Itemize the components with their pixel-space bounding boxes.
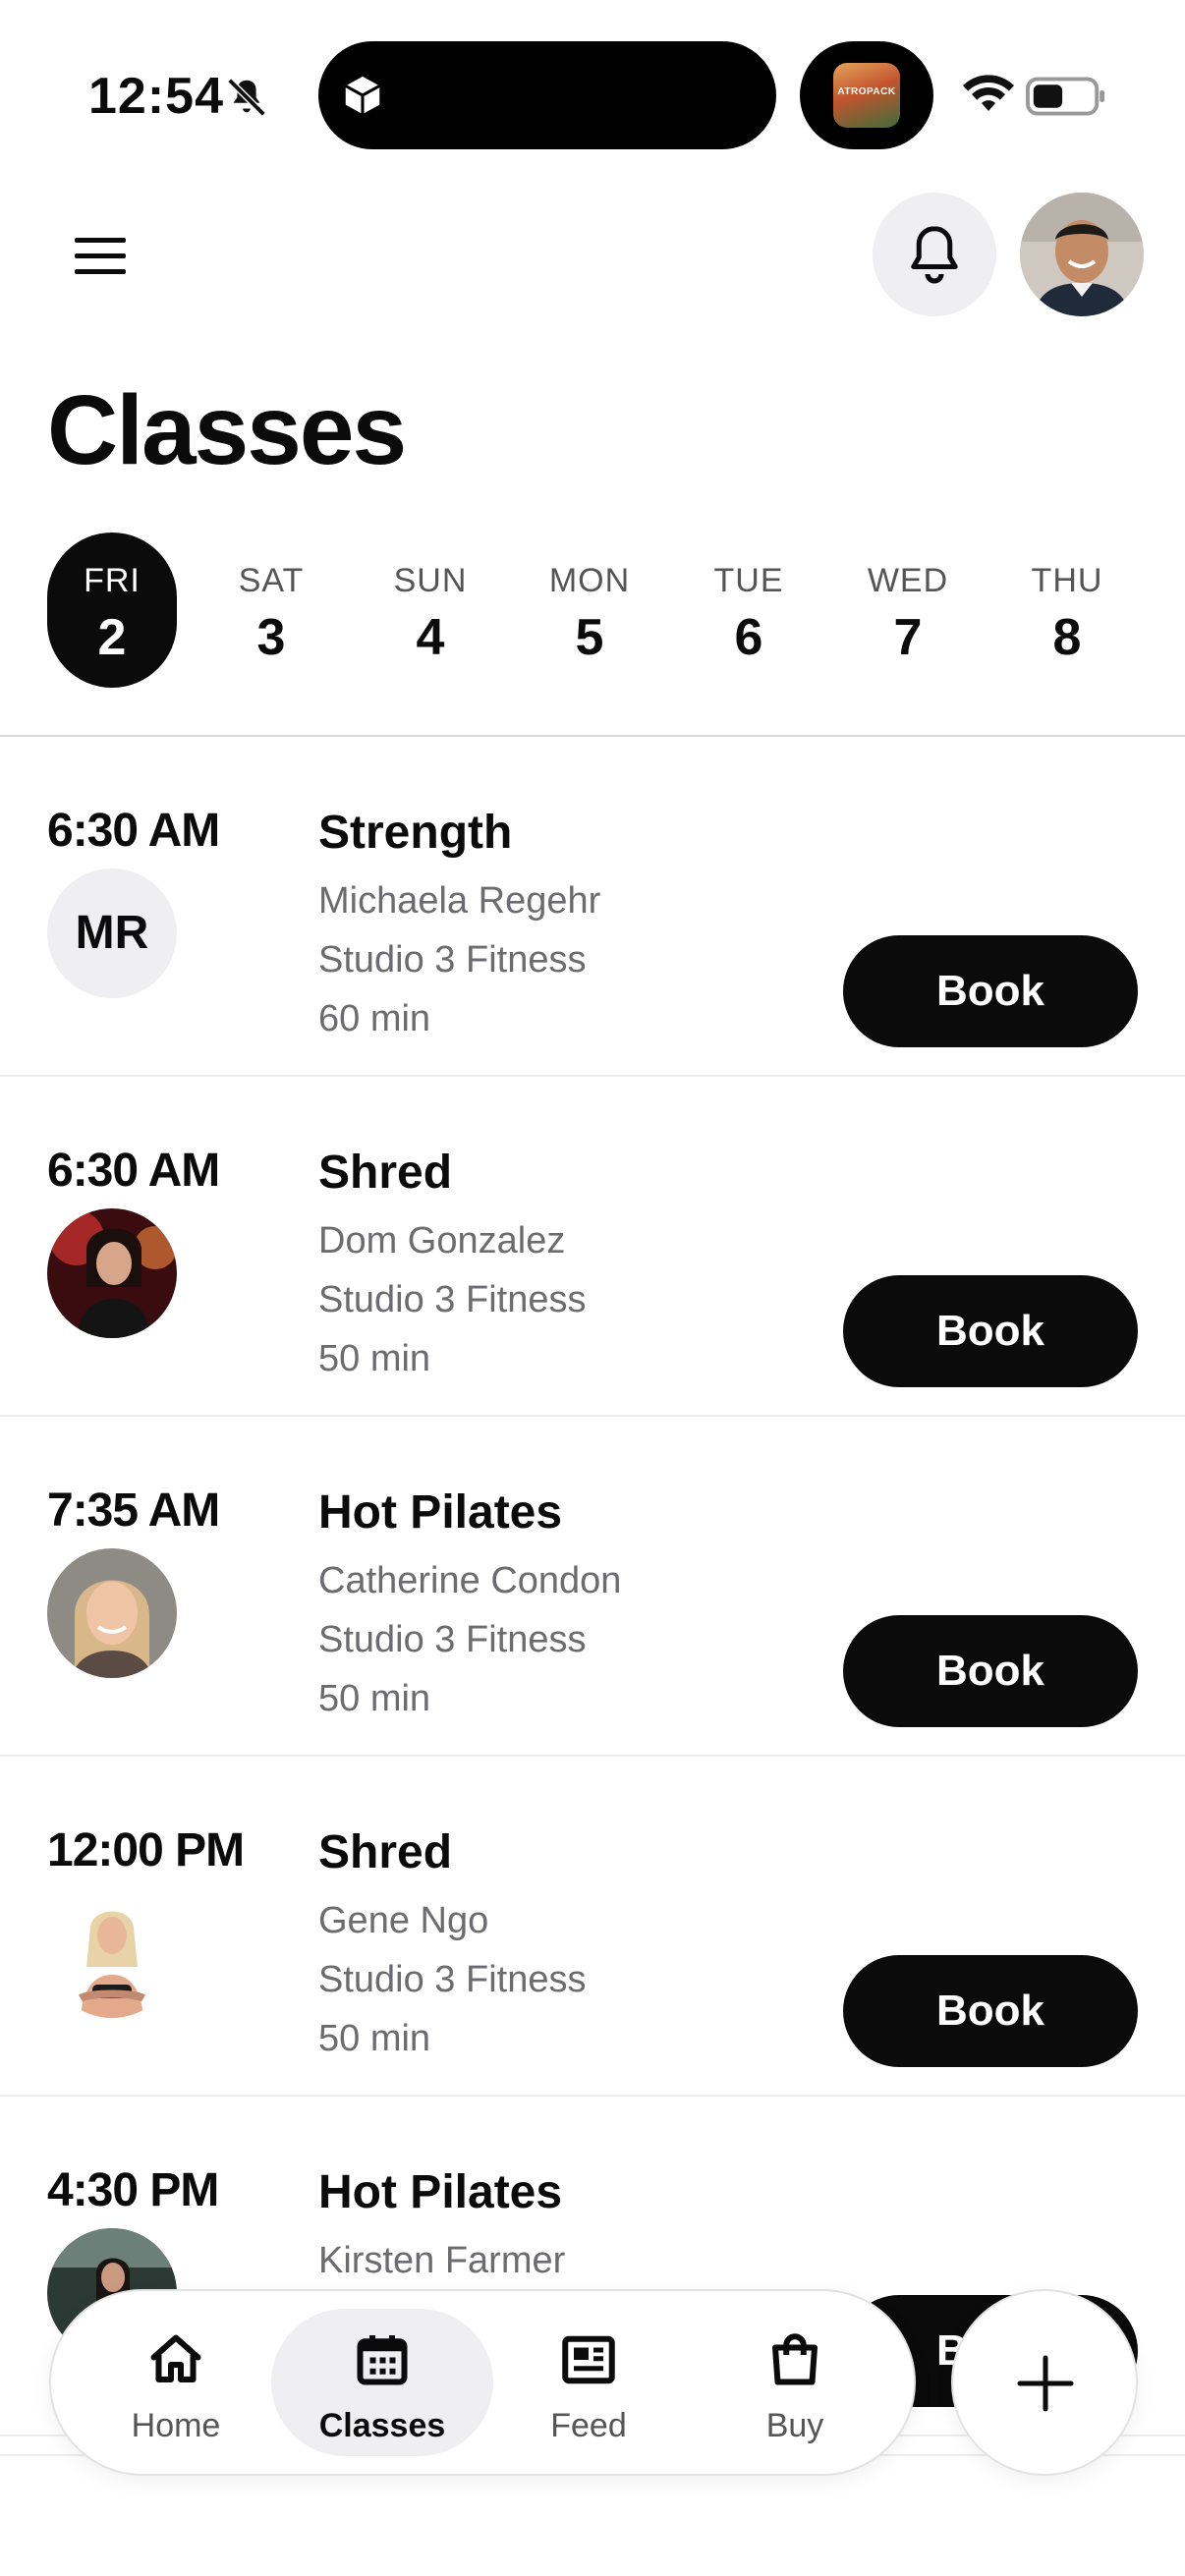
instructor-avatar <box>47 1548 177 1678</box>
day-number: 6 <box>734 609 763 666</box>
instructor-avatar: MR <box>47 868 177 998</box>
day-chip-mon[interactable]: MON 5 <box>525 532 654 688</box>
wifi-icon <box>963 75 1014 111</box>
instructor-name: Catherine Condon <box>318 1560 622 1601</box>
class-name: Strength <box>318 807 513 859</box>
class-time: 12:00 PM <box>47 1824 245 1876</box>
cube-icon <box>345 76 380 115</box>
day-number: 2 <box>97 609 127 666</box>
class-row[interactable]: 6:30 AM MR Strength Michaela Regehr Stud… <box>0 737 1185 1077</box>
day-chip-sat[interactable]: SAT 3 <box>206 532 336 688</box>
nav-buy[interactable]: Buy <box>684 2309 906 2456</box>
status-time: 12:54 <box>88 68 224 125</box>
class-time: 4:30 PM <box>47 2164 219 2216</box>
day-of-week: MON <box>548 562 631 599</box>
class-duration: 50 min <box>318 2018 431 2059</box>
day-selector: FRI 2 SAT 3 SUN 4 MON 5 TUE 6 WED 7 THU … <box>47 532 1148 690</box>
nav-classes[interactable]: Classes <box>271 2309 493 2456</box>
day-chip-thu[interactable]: THU 8 <box>1002 532 1132 688</box>
day-number: 8 <box>1052 609 1082 666</box>
app-thumbnail: ATROPACK <box>833 63 900 128</box>
day-number: 4 <box>416 609 445 666</box>
class-time: 6:30 AM <box>47 805 220 857</box>
calendar-icon <box>357 2335 408 2385</box>
instructor-avatar <box>47 1888 177 2018</box>
class-duration: 50 min <box>318 1338 431 1379</box>
day-of-week: FRI <box>84 562 141 599</box>
class-name: Hot Pilates <box>318 2166 563 2218</box>
hamburger-menu-icon[interactable] <box>69 230 138 281</box>
nav-label: Home <box>131 2407 221 2444</box>
day-number: 3 <box>256 609 286 666</box>
plus-icon <box>1017 2355 1074 2412</box>
profile-avatar[interactable] <box>1020 193 1144 316</box>
shopping-bag-icon <box>772 2333 818 2385</box>
battery-icon <box>1026 77 1105 116</box>
class-duration: 50 min <box>318 1678 431 1719</box>
class-time: 7:35 AM <box>47 1484 220 1537</box>
studio-name: Studio 3 Fitness <box>318 1959 587 2000</box>
app-thumb-text: ATROPACK <box>837 86 896 97</box>
nav-label: Feed <box>550 2407 627 2444</box>
instructor-name: Gene Ngo <box>318 1900 489 1941</box>
instructor-name: Michaela Regehr <box>318 880 601 922</box>
nav-home[interactable]: Home <box>65 2309 287 2456</box>
newspaper-icon <box>562 2335 615 2384</box>
day-of-week: TUE <box>713 562 784 599</box>
book-button[interactable]: Book <box>843 1955 1138 2067</box>
class-row[interactable]: 7:35 AM Hot Pilates Catherine Condon Stu… <box>0 1417 1185 1757</box>
instructor-photo <box>47 1888 177 2018</box>
class-row[interactable]: 12:00 PM Shred Gene Ngo Studio 3 Fitness… <box>0 1757 1185 2097</box>
home-icon <box>150 2334 201 2382</box>
instructor-avatar <box>47 1208 177 1338</box>
day-chip-sun[interactable]: SUN 4 <box>366 532 495 688</box>
add-button[interactable] <box>951 2289 1138 2476</box>
instructor-name: Dom Gonzalez <box>318 1220 566 1261</box>
day-of-week: SUN <box>393 562 468 599</box>
class-list[interactable]: 6:30 AM MR Strength Michaela Regehr Stud… <box>0 737 1185 2458</box>
bell-icon <box>911 226 958 284</box>
studio-name: Studio 3 Fitness <box>318 1619 587 1660</box>
profile-photo <box>1020 193 1144 316</box>
studio-name: Studio 3 Fitness <box>318 1279 587 1320</box>
class-name: Hot Pilates <box>318 1486 563 1539</box>
class-name: Shred <box>318 1826 453 1878</box>
book-button[interactable]: Book <box>843 1275 1138 1387</box>
day-number: 7 <box>893 609 923 666</box>
nav-label: Buy <box>765 2407 824 2444</box>
class-name: Shred <box>318 1147 453 1199</box>
bell-slash-icon <box>227 78 266 117</box>
notifications-button[interactable] <box>873 193 996 316</box>
live-activity-app[interactable]: ATROPACK <box>800 41 933 149</box>
instructor-name: Kirsten Farmer <box>318 2240 566 2281</box>
day-of-week: THU <box>1031 562 1103 599</box>
instructor-photo <box>47 1208 177 1338</box>
day-of-week: SAT <box>238 562 305 599</box>
class-row[interactable]: 6:30 AM Shred Dom Gonzalez Studio 3 Fitn… <box>0 1077 1185 1417</box>
book-button[interactable]: Book <box>843 935 1138 1047</box>
studio-name: Studio 3 Fitness <box>318 939 587 980</box>
instructor-photo <box>47 1548 177 1678</box>
book-button[interactable]: Book <box>843 1615 1138 1727</box>
day-chip-tue[interactable]: TUE 6 <box>684 532 814 688</box>
bottom-nav: Home Classes Feed Buy <box>49 2289 916 2476</box>
page-title: Classes <box>47 375 407 485</box>
class-duration: 60 min <box>318 998 431 1039</box>
nav-label: Classes <box>318 2407 446 2444</box>
day-chip-wed[interactable]: WED 7 <box>843 532 973 688</box>
day-of-week: WED <box>867 562 949 599</box>
dynamic-island <box>318 41 776 149</box>
class-time: 6:30 AM <box>47 1145 220 1197</box>
nav-feed[interactable]: Feed <box>478 2309 700 2456</box>
day-number: 5 <box>575 609 604 666</box>
status-bar: 12:54 ATROPACK <box>0 0 1185 167</box>
day-chip-fri[interactable]: FRI 2 <box>47 532 177 688</box>
